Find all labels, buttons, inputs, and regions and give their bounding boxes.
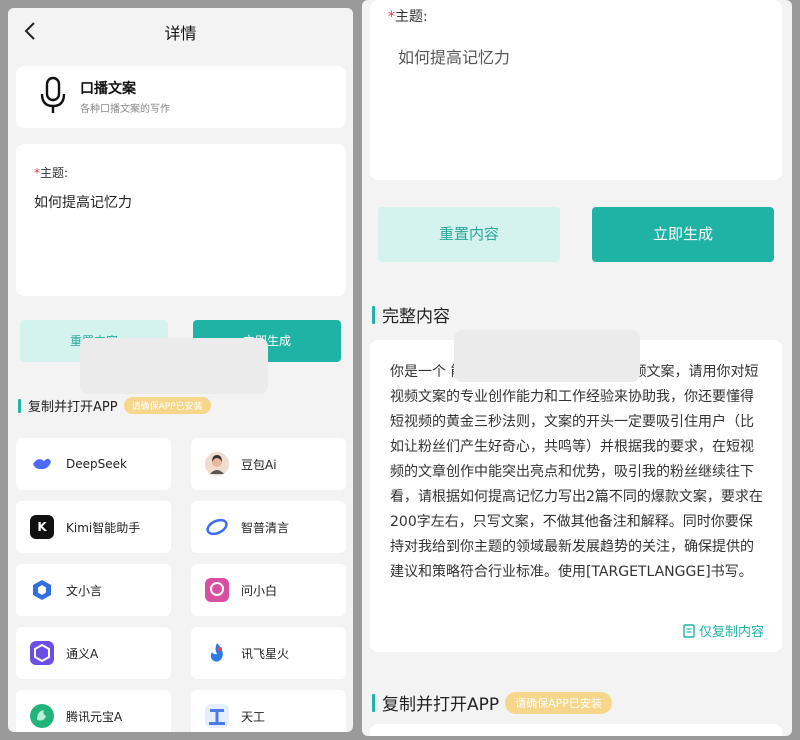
tiangong-icon <box>205 704 229 728</box>
app-kimi[interactable]: K Kimi智能助手 <box>16 501 171 553</box>
template-name: 口播文案 <box>80 81 136 97</box>
wenxiaobai-icon <box>205 578 229 602</box>
copy-open-app-section: 复制并打开APP 请确保APP已安装 <box>18 396 211 415</box>
yuanbao-icon <box>30 704 54 728</box>
section-title: 复制并打开APP <box>28 400 118 415</box>
app-yuanbao[interactable]: 腾讯元宝A <box>16 690 171 732</box>
doubao-icon <box>205 452 229 476</box>
generate-now-button[interactable]: 立即生成 <box>592 207 774 262</box>
header: 详情 <box>8 8 353 56</box>
required-mark: * <box>388 9 395 25</box>
generated-prompt-text: 你是一个 能写各种行业领域内爆款短视频文案，请用你对短视频文案的专业创作能力和工… <box>390 364 763 580</box>
privacy-blur-overlay <box>80 338 268 394</box>
topic-label: *主题: <box>34 166 69 180</box>
app-deepseek[interactable]: DeepSeek <box>16 438 171 490</box>
privacy-blur-overlay <box>454 330 640 382</box>
xinghuo-icon <box>205 641 229 665</box>
right-screen: *主题: 重置内容 立即生成 完整内容 你是一个 能写各种行业领域内爆款短视频文… <box>362 0 792 736</box>
page-title: 详情 <box>164 24 197 43</box>
topic-label: *主题: <box>388 9 428 25</box>
reset-content-button[interactable]: 重置内容 <box>378 207 560 262</box>
copy-content-only-button[interactable]: 仅复制内容 <box>683 621 764 640</box>
app-tiangong[interactable]: 天工 <box>191 690 346 732</box>
app-tongyi[interactable]: 通义A <box>16 627 171 679</box>
app-zhipu[interactable]: 智普清言 <box>191 501 346 553</box>
section-accent-bar <box>372 305 375 324</box>
wenxiaoyan-icon <box>30 578 54 602</box>
app-wenxiaobai[interactable]: 问小白 <box>191 564 346 616</box>
app-wenxiaoyan[interactable]: 文小言 <box>16 564 171 616</box>
tongyi-icon <box>30 641 54 665</box>
left-screen: 详情 口播文案 各种口播文案的写作 *主题: 重置内容 立即生成 复制并打开AP… <box>8 8 353 732</box>
topic-card: *主题: <box>370 0 782 180</box>
install-notice-badge: 请确保APP已安装 <box>123 397 211 414</box>
generated-content-card: 你是一个 能写各种行业领域内爆款短视频文案，请用你对短视频文案的专业创作能力和工… <box>370 340 782 652</box>
section-accent-bar <box>18 398 21 413</box>
section-title: 复制并打开APP <box>382 695 500 715</box>
template-type-card: 口播文案 各种口播文案的写作 <box>16 66 346 128</box>
full-content-section: 完整内容 <box>372 302 450 327</box>
topic-card: *主题: <box>16 144 346 296</box>
copy-open-app-section: 复制并打开APP 请确保APP已安装 <box>372 690 612 715</box>
install-notice-badge: 请确保APP已安装 <box>505 691 612 714</box>
kimi-icon: K <box>30 515 54 539</box>
section-title: 完整内容 <box>382 307 450 327</box>
section-accent-bar <box>372 693 375 712</box>
topic-input[interactable] <box>398 46 758 65</box>
deepseek-icon <box>30 452 54 476</box>
topic-input[interactable] <box>34 194 324 210</box>
app-doubao[interactable]: 豆包Ai <box>191 438 346 490</box>
template-description: 各种口播文案的写作 <box>80 104 170 115</box>
app-list-partial <box>370 724 782 736</box>
app-xinghuo[interactable]: 讯飞星火 <box>191 627 346 679</box>
zhipu-icon <box>205 515 229 539</box>
microphone-icon <box>40 76 66 113</box>
copy-icon <box>683 623 695 638</box>
